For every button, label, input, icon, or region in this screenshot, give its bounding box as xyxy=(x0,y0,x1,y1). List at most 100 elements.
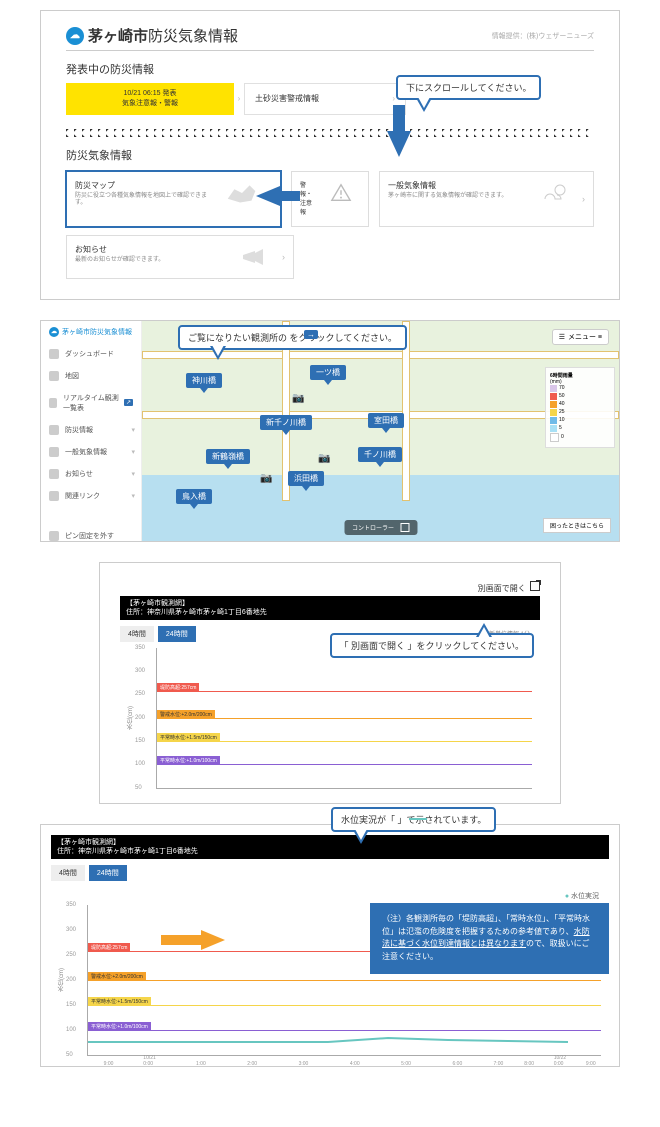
chevron-right-icon: › xyxy=(392,94,395,103)
marker-shintsurune[interactable]: 新鶴嶺橋 xyxy=(206,449,250,464)
tab-24h[interactable]: 24時間 xyxy=(89,865,127,881)
sidebar-item-dashboard[interactable]: ダッシュボード xyxy=(41,343,141,365)
weather-logo-icon: ☁ xyxy=(49,327,59,337)
marker-toriiri[interactable]: 鳥入橋 xyxy=(176,489,212,504)
callout-scroll: 下にスクロールしてください。 xyxy=(396,75,541,100)
weather-logo-icon: ☁ xyxy=(66,27,84,45)
card-warn[interactable]: 警報・注意報 xyxy=(291,171,369,227)
sidebar-item-label: ダッシュボード xyxy=(65,349,114,359)
chart-header-line1: 【茅ヶ崎市観測網】 xyxy=(126,599,534,608)
card-disaster-map[interactable]: 防災マップ 防災に役立つ各種気象情報を地図上で確認できます。 › xyxy=(66,171,281,227)
portal-header: ☁ 茅ヶ崎市防災気象情報 情報提供：(株)ウェザーニューズ xyxy=(66,21,594,51)
arrow-left-icon xyxy=(161,930,225,950)
sidebar-item-disaster-info[interactable]: 防災情報 xyxy=(41,419,141,441)
sidebar: ☁ 茅ヶ崎市防災気象情報 ダッシュボード 地図 リアルタイム観測一覧表 ↗ 防災… xyxy=(41,321,142,541)
card-notice[interactable]: お知らせ 最新のお知らせが確認できます。 › xyxy=(66,235,294,279)
tab-24h[interactable]: 24時間 xyxy=(158,626,196,642)
sidebar-item-realtime[interactable]: リアルタイム観測一覧表 ↗ xyxy=(41,387,141,419)
external-icon xyxy=(530,581,540,591)
alert-icon xyxy=(49,425,59,435)
chart-wide-panel: 【茅ヶ崎市観測網】 住所：神奈川県茅ヶ崎市茅ヶ崎1丁目6番地先 4時間 24時間… xyxy=(40,824,620,1067)
callout-open-new: 「 別画面で開く 」をクリックしてください。 xyxy=(330,633,534,658)
tab-4h[interactable]: 4時間 xyxy=(51,865,85,881)
bell-icon xyxy=(49,469,59,479)
marker-label: 室田橋 xyxy=(374,416,398,425)
camera-icon[interactable]: 📷 xyxy=(318,453,330,464)
open-new-window-link[interactable]: 別画面で開く xyxy=(120,577,540,596)
link-icon xyxy=(49,491,59,501)
portal-panel: ☁ 茅ヶ崎市防災気象情報 情報提供：(株)ウェザーニューズ 発表中の防災情報 1… xyxy=(40,10,620,300)
arrow-badge-icon: → xyxy=(304,330,318,339)
help-link[interactable]: 困ったときはこちら xyxy=(543,518,611,533)
chart-plot-4h: 350 300 250 200 150 100 50 堤防高超:257cm 警戒… xyxy=(156,648,532,789)
legend-value: 0 xyxy=(561,434,564,440)
hamburger-icon: ☰ xyxy=(559,333,565,341)
card-title: 警報・注意報 xyxy=(300,180,314,216)
marker-label: 新千ノ川橋 xyxy=(266,418,306,427)
wave-divider xyxy=(66,129,594,137)
marker-sennokawa[interactable]: 千ノ川橋 xyxy=(358,447,402,462)
sidebar-item-label: リアルタイム観測一覧表 xyxy=(63,393,122,413)
site-title-rest: 防災気象情報 xyxy=(148,28,238,45)
marker-hamada[interactable]: 浜田橋 xyxy=(288,471,324,486)
card-general-weather[interactable]: 一般気象情報 茅ヶ崎市に関する気象情報が確認できます。 › xyxy=(379,171,594,227)
marker-label: 鳥入橋 xyxy=(182,492,206,501)
threshold-label: 堤防高超:257cm xyxy=(157,683,199,692)
alert-issued-type: 気象注意報・警報 xyxy=(80,99,220,109)
chart-header: 【茅ヶ崎市観測網】 住所：神奈川県茅ヶ崎市茅ヶ崎1丁目6番地先 xyxy=(51,835,609,859)
sidebar-app-title: ☁ 茅ヶ崎市防災気象情報 xyxy=(41,321,141,343)
sidebar-item-label: ピン固定を外す xyxy=(65,531,114,541)
chart-header: 【茅ヶ崎市観測網】 住所：神奈川県茅ヶ崎市茅ヶ崎1丁目6番地先 xyxy=(120,596,540,620)
sidebar-item-label: 地図 xyxy=(65,371,79,381)
marker-hitotsu[interactable]: 一ツ橋 xyxy=(310,365,346,380)
warning-card[interactable]: 土砂災害警戒情報 › xyxy=(244,83,406,115)
sidebar-item-label: 関連リンク xyxy=(65,491,100,501)
alert-row: 10/21 06:15 発表 気象注意報・警報 › 土砂災害警戒情報 › 下にス… xyxy=(66,83,594,115)
marker-label: 新鶴嶺橋 xyxy=(212,452,244,461)
chart-tab-bar: 4時間 24時間 xyxy=(120,626,196,642)
megaphone-icon xyxy=(236,244,274,270)
note-text: （注）各観測所毎の「堤防高超」、「常時水位」、「平常時水位」は氾濫の危険度を把握… xyxy=(382,914,590,961)
threshold-label: 平常時水位:+1.0m/100cm xyxy=(157,756,220,765)
map-area[interactable]: ご覧になりたい観測所の をクリックしてください。 → ☰ メニュー ≡ 神川橋 … xyxy=(142,321,619,541)
callout-scroll-text: 下にスクロールしてください。 xyxy=(406,83,531,93)
sun-cloud-icon xyxy=(536,180,574,206)
sidebar-item-label: 防災情報 xyxy=(65,425,93,435)
legend-value: 40 xyxy=(559,401,565,407)
camera-icon[interactable]: 📷 xyxy=(260,473,272,484)
sidebar-item-links[interactable]: 関連リンク xyxy=(41,485,141,507)
legend-value: 70 xyxy=(559,385,565,391)
marker-shinsennokawa[interactable]: 新千ノ川橋 xyxy=(260,415,312,430)
chart-icon xyxy=(49,398,57,408)
chart-tab-bar: 4時間 24時間 xyxy=(51,865,609,881)
sidebar-item-map[interactable]: 地図 xyxy=(41,365,141,387)
arrow-left-icon xyxy=(256,186,300,206)
site-title-city: 茅ヶ崎市 xyxy=(88,28,148,45)
card-desc: 最新のお知らせが確認できます。 xyxy=(75,257,228,265)
tab-4h[interactable]: 4時間 xyxy=(120,626,154,642)
threshold-label: 平常時水位:+1.5m/150cm xyxy=(157,733,220,742)
map-controller-bar[interactable]: コントローラー xyxy=(344,520,417,535)
callout-water-line: 水位実況が「 」で示されています。 xyxy=(331,807,496,832)
controller-stop-icon[interactable] xyxy=(400,523,409,532)
open-new-label: 別画面で開く xyxy=(478,584,526,593)
sidebar-item-notice[interactable]: お知らせ xyxy=(41,463,141,485)
card-title: 防災マップ xyxy=(75,180,215,191)
chart-header-line2: 住所：神奈川県茅ヶ崎市茅ヶ崎1丁目6番地先 xyxy=(57,847,603,856)
note-box: （注）各観測所毎の「堤防高超」、「常時水位」、「平常時水位」は氾濫の危険度を把握… xyxy=(370,903,609,974)
legend-value: 25 xyxy=(559,409,565,415)
marker-murota[interactable]: 室田橋 xyxy=(368,413,404,428)
legend-value: 10 xyxy=(559,417,565,423)
map-menu-button[interactable]: ☰ メニュー ≡ xyxy=(552,329,609,345)
alert-issued-card[interactable]: 10/21 06:15 発表 気象注意報・警報 xyxy=(66,83,234,115)
map-menu-label: メニュー ≡ xyxy=(568,332,602,342)
callout-click-station-text: ご覧になりたい観測所の をクリックしてください。 xyxy=(188,333,397,343)
chevron-right-icon: › xyxy=(582,194,585,204)
marker-label: 一ツ橋 xyxy=(316,368,340,377)
map-icon xyxy=(49,371,59,381)
marker-kamikawa[interactable]: 神川橋 xyxy=(186,373,222,388)
warning-triangle-icon xyxy=(322,180,360,206)
camera-icon[interactable]: 📷 xyxy=(292,393,304,404)
sidebar-item-unpin[interactable]: ピン固定を外す xyxy=(41,525,141,547)
sidebar-item-general-weather[interactable]: 一般気象情報 xyxy=(41,441,141,463)
